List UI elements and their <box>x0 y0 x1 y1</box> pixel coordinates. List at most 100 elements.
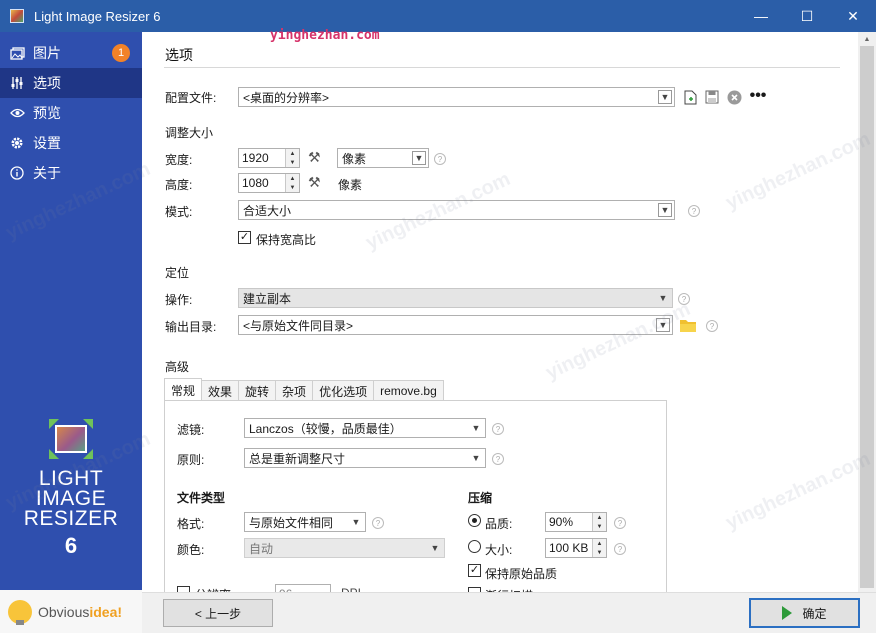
tab-optimize[interactable]: 优化选项 <box>312 380 375 401</box>
sidebar: 图片 1 选项 预览 设置 关于 LIGHT IMAGE RESIZER 6 O… <box>0 32 142 633</box>
height-unit: 像素 <box>338 178 363 192</box>
help-icon[interactable]: ? <box>688 205 700 217</box>
help-icon[interactable]: ? <box>678 293 690 305</box>
image-icon <box>9 45 25 61</box>
help-icon[interactable]: ? <box>614 517 626 529</box>
magic-wand-icon[interactable]: ⚒ <box>308 174 321 191</box>
tab-general[interactable]: 常规 <box>164 378 203 401</box>
advanced-tabs: 常规 效果 旋转 杂项 优化选项 remove.bg <box>164 378 444 401</box>
more-options-icon[interactable]: ••• <box>750 87 767 104</box>
sidebar-item-settings[interactable]: 设置 <box>0 128 142 158</box>
sidebar-item-images[interactable]: 图片 1 <box>0 38 142 68</box>
help-icon[interactable]: ? <box>614 543 626 555</box>
chevron-down-icon: ▼ <box>658 203 672 217</box>
increment-icon: ▲ <box>286 174 299 183</box>
back-button[interactable]: < 上一步 <box>163 599 273 627</box>
size-radio[interactable] <box>468 540 481 553</box>
output-dir-select[interactable]: <与原始文件同目录> ▼ <box>238 315 673 335</box>
sidebar-item-about[interactable]: 关于 <box>0 158 142 188</box>
quality-label: 品质: <box>485 517 513 531</box>
tab-remove-bg[interactable]: remove.bg <box>373 380 444 401</box>
minimize-button[interactable]: — <box>738 0 784 32</box>
filter-select[interactable]: Lanczos（较慢，品质最佳） ▼ <box>244 418 486 438</box>
chevron-down-icon: ▼ <box>430 543 440 553</box>
sidebar-item-label: 关于 <box>33 165 61 181</box>
close-button[interactable]: ✕ <box>830 0 876 32</box>
sidebar-item-preview[interactable]: 预览 <box>0 98 142 128</box>
tab-misc[interactable]: 杂项 <box>275 380 314 401</box>
lightbulb-icon <box>8 599 32 625</box>
profile-label: 配置文件: <box>165 91 217 105</box>
increment-icon: ▲ <box>593 539 606 548</box>
height-stepper[interactable]: 1080 ▲ ▼ <box>238 173 300 193</box>
title-bar: Light Image Resizer 6 — ☐ ✕ <box>0 0 876 32</box>
resize-heading: 调整大小 <box>165 126 214 140</box>
keep-quality-label: 保持原始品质 <box>485 567 558 581</box>
app-icon <box>10 9 24 23</box>
help-icon[interactable]: ? <box>434 153 446 165</box>
product-version: 6 <box>64 533 78 558</box>
product-logo-icon <box>49 419 93 459</box>
height-label: 高度: <box>165 178 193 192</box>
gear-icon <box>9 135 25 151</box>
quality-stepper[interactable]: 90% ▲ ▼ <box>545 512 607 532</box>
chevron-down-icon: ▼ <box>469 421 483 435</box>
quality-radio[interactable] <box>468 514 481 527</box>
help-icon[interactable]: ? <box>492 423 504 435</box>
keep-ratio-label: 保持宽高比 <box>256 233 317 247</box>
sidebar-item-label: 预览 <box>33 105 61 121</box>
size-stepper[interactable]: 100 KB ▲ ▼ <box>545 538 607 558</box>
keep-ratio-checkbox[interactable]: ✓ <box>238 231 251 244</box>
magic-wand-icon[interactable]: ⚒ <box>308 149 321 166</box>
mode-select[interactable]: 合适大小 ▼ <box>238 200 675 220</box>
help-icon[interactable]: ? <box>372 517 384 529</box>
increment-icon: ▲ <box>593 513 606 522</box>
image-count-badge: 1 <box>112 44 130 62</box>
policy-label: 原则: <box>177 453 205 467</box>
help-icon[interactable]: ? <box>492 453 504 465</box>
compression-heading: 压缩 <box>468 491 493 505</box>
folder-icon[interactable] <box>680 317 696 333</box>
new-profile-icon[interactable] <box>682 89 698 105</box>
tab-effects[interactable]: 效果 <box>201 380 240 401</box>
decrement-icon: ▼ <box>286 158 299 167</box>
action-select[interactable]: 建立副本 ▼ <box>238 288 673 308</box>
format-label: 格式: <box>177 517 205 531</box>
sidebar-item-options[interactable]: 选项 <box>0 68 142 98</box>
policy-select[interactable]: 总是重新调整尺寸 ▼ <box>244 448 486 468</box>
chevron-down-icon: ▼ <box>658 293 668 303</box>
size-label: 大小: <box>485 543 513 557</box>
sidebar-item-label: 选项 <box>33 75 61 91</box>
tab-rotate[interactable]: 旋转 <box>238 380 277 401</box>
scroll-up-icon[interactable]: ▲ <box>858 32 876 46</box>
decrement-icon: ▼ <box>593 522 606 531</box>
delete-profile-icon[interactable] <box>726 89 742 105</box>
profile-select[interactable]: <桌面的分辨率> ▼ <box>238 87 675 107</box>
window-title: Light Image Resizer 6 <box>34 8 161 24</box>
chevron-down-icon: ▼ <box>656 318 670 332</box>
format-select[interactable]: 与原始文件相同 ▼ <box>244 512 366 532</box>
width-stepper[interactable]: 1920 ▲ ▼ <box>238 148 300 168</box>
footer-bar: < 上一步 确定 <box>142 592 876 633</box>
target-heading: 定位 <box>165 266 190 280</box>
help-icon[interactable]: ? <box>706 320 718 332</box>
decrement-icon: ▼ <box>286 183 299 192</box>
increment-icon: ▲ <box>286 149 299 158</box>
sidebar-item-label: 图片 <box>33 45 61 61</box>
keep-quality-checkbox[interactable]: ✓ <box>468 564 481 577</box>
product-logo: LIGHT IMAGE RESIZER 6 <box>0 419 142 559</box>
advanced-heading: 高级 <box>165 360 190 374</box>
color-select[interactable]: 自动 ▼ <box>244 538 445 558</box>
scrollbar-thumb[interactable] <box>860 46 874 588</box>
ok-button[interactable]: 确定 <box>749 598 860 628</box>
maximize-button[interactable]: ☐ <box>784 0 830 32</box>
vertical-scrollbar[interactable]: ▲ <box>858 32 876 592</box>
eye-icon <box>9 105 25 121</box>
vendor-logo[interactable]: Obviousidea! <box>0 590 142 633</box>
sliders-icon <box>9 75 25 91</box>
ok-button-label: 确定 <box>802 606 827 621</box>
save-profile-icon[interactable] <box>704 89 720 105</box>
watermark-text: yinghezhan.com <box>270 28 380 43</box>
page-title: 选项 <box>165 47 193 63</box>
unit-select[interactable]: 像素 ▼ <box>337 148 429 168</box>
